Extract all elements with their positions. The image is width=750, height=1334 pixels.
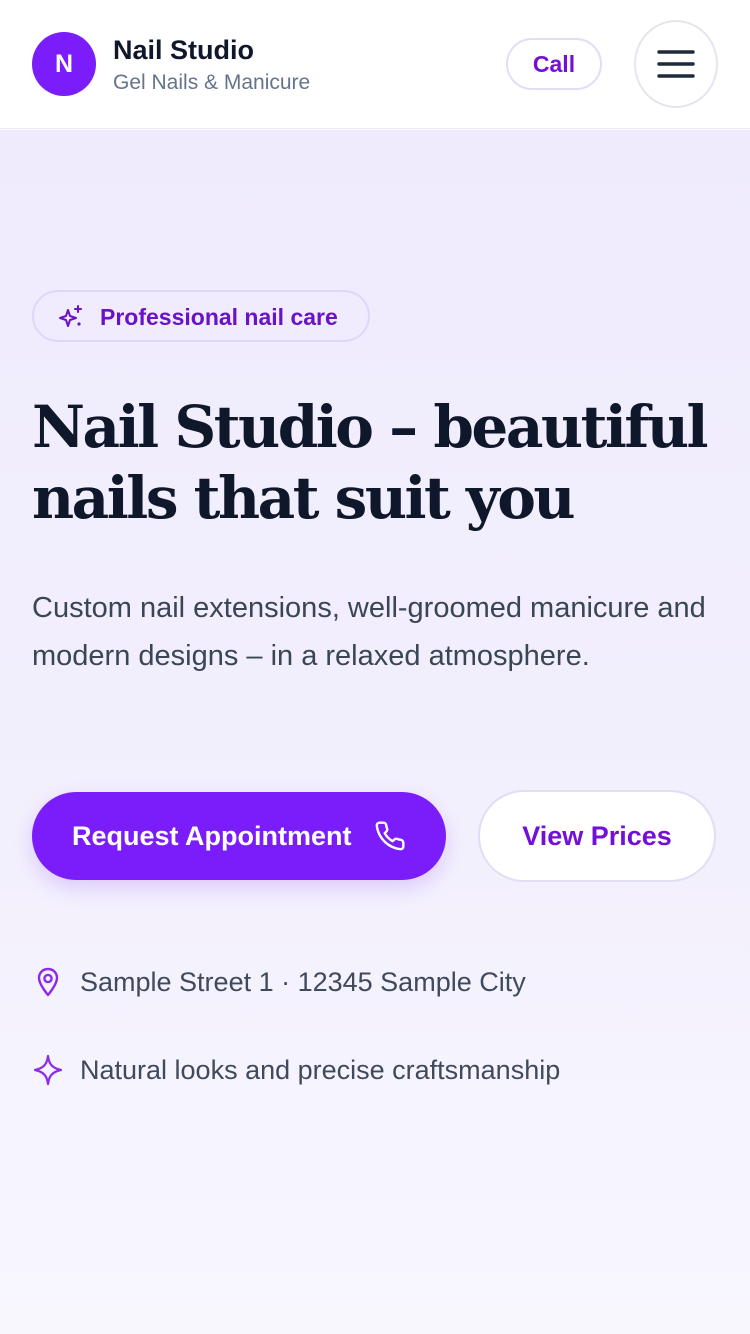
hero-headline-line-2: nails that suit you <box>32 464 576 532</box>
sparkle-icon <box>33 1054 63 1086</box>
logo-avatar[interactable]: N <box>32 32 96 96</box>
hero-headline: Nail Studio – beautiful nails that suit … <box>32 392 712 534</box>
call-button[interactable]: Call <box>506 38 602 90</box>
badge-text: Professional nail care <box>100 304 338 330</box>
hero-subtitle: Custom nail extensions, well-groomed man… <box>32 592 706 672</box>
brand-name[interactable]: Nail Studio <box>113 34 254 66</box>
hamburger-menu-icon <box>657 50 695 78</box>
request-appointment-label: Request Appointment <box>72 821 352 851</box>
hero-headline-line-1: Nail Studio – beautiful <box>32 393 709 461</box>
request-appointment-button[interactable]: Request Appointment <box>32 792 446 880</box>
location-pin-icon <box>37 967 59 997</box>
call-button-label: Call <box>532 50 576 77</box>
address-row: Sample Street 1 · 12345 Sample City <box>32 962 712 1002</box>
site-header: N Nail Studio Gel Nails & Manicure Call <box>0 0 750 129</box>
brand-tagline: Gel Nails & Manicure <box>113 71 311 94</box>
address-text: Sample Street 1 · 12345 Sample City <box>80 967 526 997</box>
view-prices-button[interactable]: View Prices <box>478 790 716 882</box>
logo-letter: N <box>54 49 74 78</box>
badge-professional: Professional nail care <box>32 290 370 342</box>
quality-row: Natural looks and precise craftsmanship <box>32 1050 712 1090</box>
phone-icon <box>375 821 405 851</box>
sparkles-icon <box>59 305 82 327</box>
quality-text: Natural looks and precise craftsmanship <box>80 1055 561 1085</box>
menu-button[interactable] <box>634 20 718 108</box>
view-prices-label: View Prices <box>522 820 672 851</box>
